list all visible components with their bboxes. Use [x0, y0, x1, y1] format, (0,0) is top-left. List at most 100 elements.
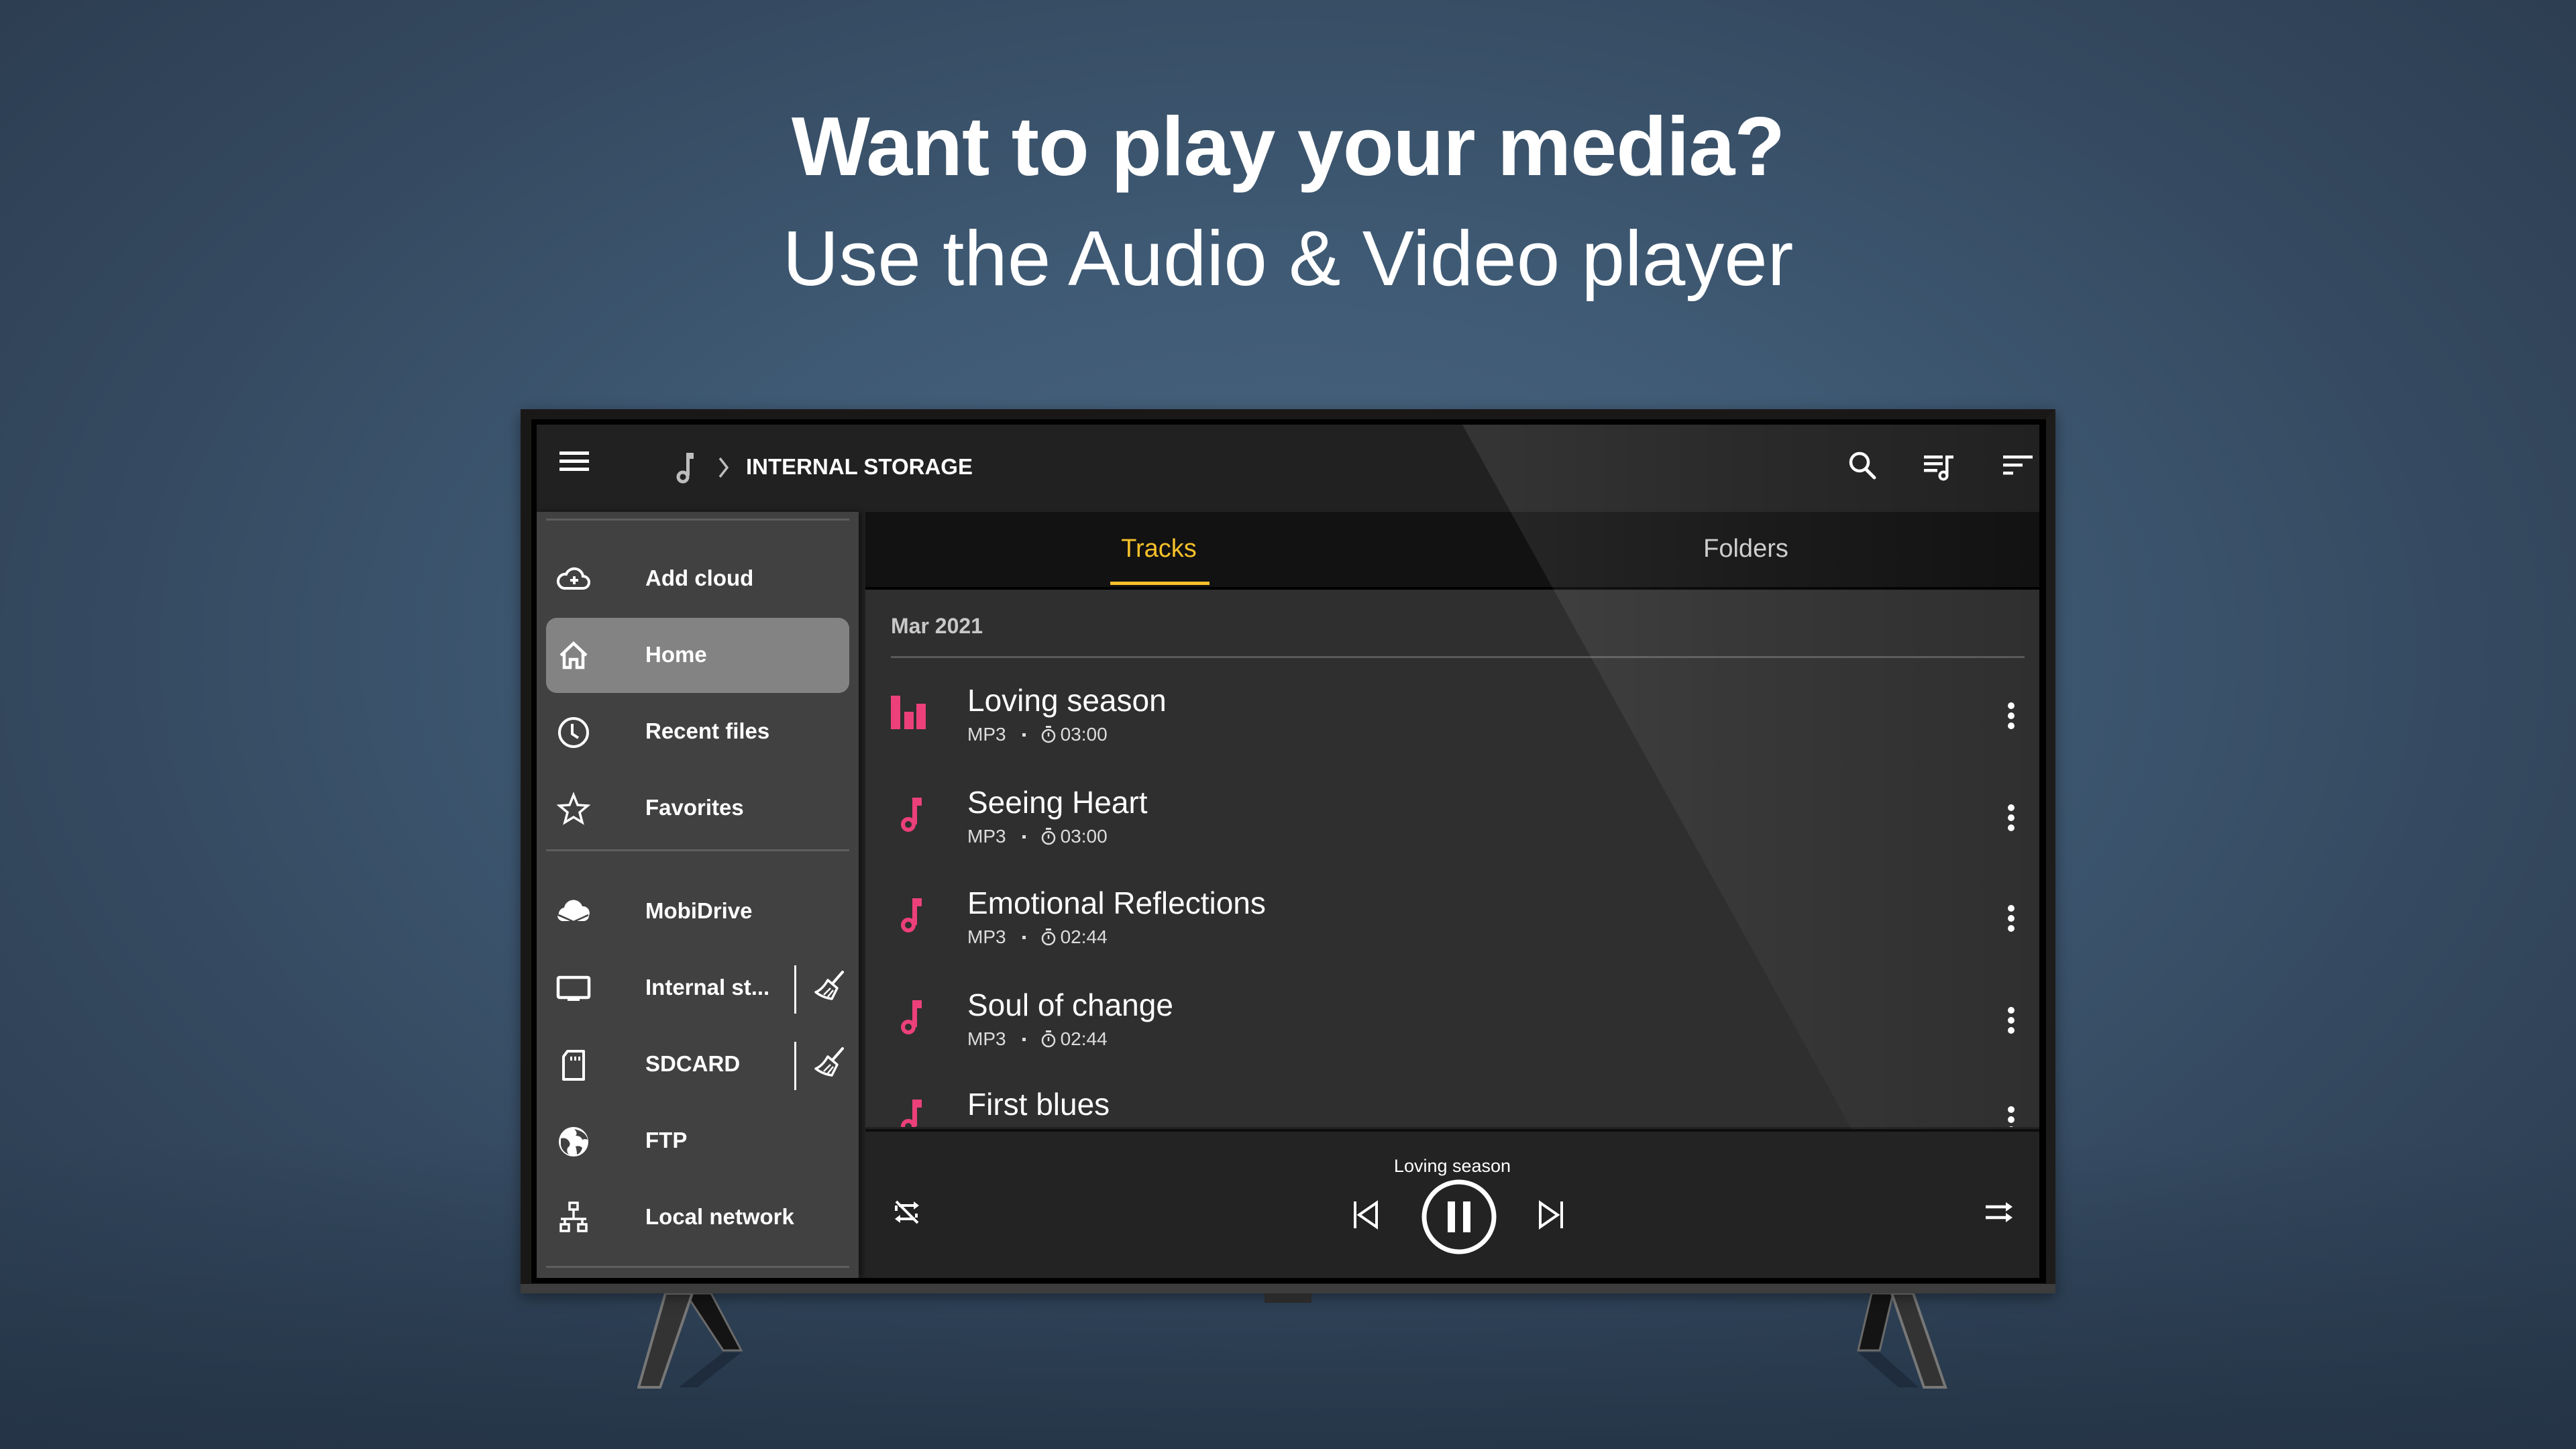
tv-screen: INTERNAL STORAGE Add cloud Home Recent f… [537, 425, 2039, 1278]
section-header-date: Mar 2021 [891, 614, 983, 638]
sidebar-item-label: SDCARD [645, 1051, 741, 1076]
track-row[interactable]: First blues [865, 1071, 2039, 1127]
track-format: MP3 [967, 826, 1006, 847]
meta-dot [1022, 935, 1026, 939]
tv-leg-right [1857, 1293, 1947, 1389]
mobidrive-cloud-icon [557, 900, 590, 923]
sidebar-item-favorites[interactable]: Favorites [546, 771, 849, 846]
star-icon [556, 792, 591, 825]
sidebar-item-sdcard[interactable]: SDCARD [546, 1027, 849, 1102]
playlist-music-icon[interactable] [1921, 449, 1959, 486]
track-duration: 03:00 [1060, 724, 1108, 745]
music-note-icon [901, 1099, 922, 1127]
sidebar-item-label: Home [645, 642, 707, 667]
sidebar-item-label: FTP [645, 1128, 688, 1152]
track-meta: MP3 03:00 [967, 724, 1108, 745]
track-row[interactable]: Emotional Reflections MP3 02:44 [865, 870, 2039, 971]
track-title: Emotional Reflections [967, 885, 1266, 920]
track-row[interactable]: Loving season MP3 03:00 [865, 667, 2039, 768]
sidebar-item-ftp[interactable]: FTP [546, 1104, 849, 1179]
shuffle-off-icon[interactable] [1983, 1196, 2015, 1228]
sidebar-item-label: Internal st... [645, 975, 770, 1000]
tab-folders[interactable]: Folders [1452, 512, 2039, 587]
sidebar-item-label: MobiDrive [645, 898, 753, 923]
globe-icon [559, 1127, 588, 1157]
now-playing-title: Loving season [1393, 1156, 1511, 1176]
track-duration: 02:44 [1060, 1028, 1108, 1049]
action-separator [794, 1042, 796, 1090]
more-options-icon[interactable] [2006, 1106, 2017, 1127]
track-format: MP3 [967, 724, 1006, 745]
music-note-icon [676, 453, 694, 484]
sidebar-item-local-network[interactable]: Local network [546, 1180, 849, 1255]
sidebar-item-home[interactable]: Home [546, 618, 849, 693]
track-row[interactable]: Soul of change MP3 02:44 [865, 972, 2039, 1073]
track-row[interactable]: Seeing Heart MP3 03:00 [865, 769, 2039, 870]
track-format: MP3 [967, 1028, 1006, 1049]
track-format: MP3 [967, 926, 1006, 947]
sidebar-item-label: Favorites [645, 795, 744, 820]
meta-dot [1022, 835, 1026, 839]
hamburger-menu-icon[interactable] [559, 451, 589, 474]
timer-icon [1041, 726, 1055, 743]
repeat-off-icon[interactable] [891, 1196, 923, 1228]
music-note-icon [901, 898, 922, 932]
sidebar-item-label: Local network [645, 1204, 794, 1229]
network-icon [559, 1201, 588, 1232]
pause-button[interactable] [1421, 1179, 1497, 1255]
broom-clean-icon[interactable] [812, 968, 848, 1004]
sidebar-divider [546, 1266, 849, 1268]
cloud-add-icon [556, 567, 590, 590]
tv-logo [1265, 1293, 1311, 1303]
home-icon [559, 641, 588, 669]
chevron-right-icon [718, 457, 729, 478]
track-duration: 03:00 [1060, 826, 1108, 847]
sd-card-icon [562, 1050, 585, 1081]
track-duration: 02:44 [1060, 926, 1108, 947]
skip-previous-icon[interactable] [1351, 1199, 1381, 1231]
pause-icon [1448, 1201, 1455, 1232]
sidebar-item-label: Recent files [645, 718, 770, 743]
search-icon[interactable] [1845, 449, 1882, 486]
track-title: Seeing Heart [967, 785, 1148, 820]
clock-icon [558, 717, 589, 748]
track-meta: MP3 02:44 [967, 926, 1108, 948]
section-divider [891, 656, 2025, 658]
action-separator [794, 965, 796, 1014]
sidebar-item-internal-storage[interactable]: Internal st... [546, 951, 849, 1026]
sort-icon[interactable] [1999, 449, 2037, 486]
navigation-drawer: Add cloud Home Recent files Favorites Mo… [537, 512, 859, 1278]
tab-label: Folders [1703, 535, 1788, 563]
active-tab-indicator [1110, 582, 1210, 585]
timer-icon [1041, 828, 1055, 845]
music-note-icon [901, 798, 922, 832]
equalizer-playing-icon [891, 696, 926, 729]
track-meta: MP3 02:44 [967, 1028, 1108, 1050]
sidebar-item-mobidrive[interactable]: MobiDrive [546, 874, 849, 949]
music-note-icon [901, 1000, 922, 1034]
promo-subline: Use the Audio & Video player [782, 215, 1794, 302]
more-options-icon[interactable] [2006, 804, 2017, 834]
sidebar-item-label: Add cloud [645, 566, 754, 590]
more-options-icon[interactable] [2006, 1007, 2017, 1036]
timer-icon [1041, 928, 1055, 946]
track-title: First blues [967, 1087, 1110, 1122]
skip-next-icon[interactable] [1536, 1199, 1566, 1231]
tv-leg-left [637, 1293, 743, 1389]
meta-dot [1022, 1037, 1026, 1041]
breadcrumb-location[interactable]: INTERNAL STORAGE [746, 454, 973, 480]
tv-monitor-icon [556, 975, 591, 1001]
promo-headline: Want to play your media? [791, 101, 1785, 193]
timer-icon [1041, 1030, 1055, 1048]
meta-dot [1022, 733, 1026, 737]
broom-clean-icon[interactable] [812, 1044, 848, 1081]
tab-tracks[interactable]: Tracks [865, 512, 1452, 587]
sidebar-divider [546, 849, 849, 851]
more-options-icon[interactable] [2006, 702, 2017, 732]
tab-bar: Tracks Folders [865, 512, 2039, 590]
tab-label: Tracks [1121, 535, 1197, 563]
more-options-icon[interactable] [2006, 905, 2017, 934]
track-meta: MP3 03:00 [967, 826, 1108, 847]
sidebar-item-recent-files[interactable]: Recent files [546, 694, 849, 769]
sidebar-item-add-cloud[interactable]: Add cloud [546, 541, 849, 616]
